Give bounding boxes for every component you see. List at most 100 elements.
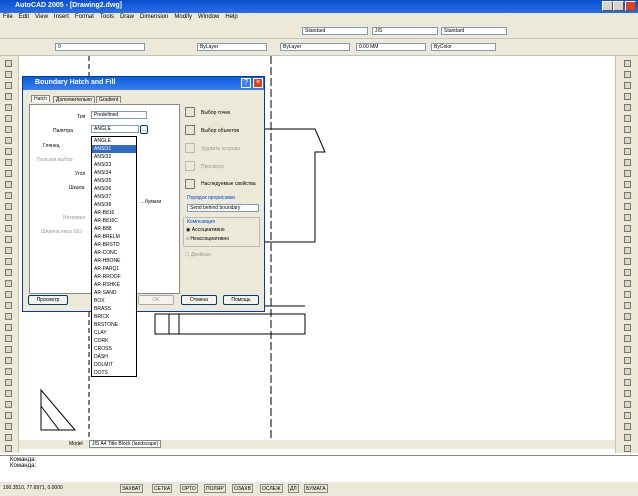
draw-order-combo[interactable]: Send behind boundary bbox=[187, 204, 259, 212]
tool-icon[interactable] bbox=[5, 401, 12, 408]
pick-points-icon[interactable] bbox=[185, 107, 195, 117]
pattern-browse-button[interactable]: … bbox=[140, 125, 148, 134]
tool-icon[interactable] bbox=[5, 445, 12, 452]
pattern-list-item[interactable]: AR-RSHKE bbox=[92, 281, 136, 289]
tool-icon[interactable] bbox=[624, 313, 631, 320]
tool-icon[interactable] bbox=[5, 93, 12, 100]
pattern-list-item[interactable]: ANSI33 bbox=[92, 161, 136, 169]
tool-icon[interactable] bbox=[624, 324, 631, 331]
pattern-list-item[interactable]: BRASS bbox=[92, 305, 136, 313]
tool-icon[interactable] bbox=[624, 170, 631, 177]
tool-icon[interactable] bbox=[624, 357, 631, 364]
tool-icon[interactable] bbox=[5, 357, 12, 364]
status-toggle[interactable]: ОСЛЕЖ bbox=[260, 484, 283, 493]
pattern-list-item[interactable]: AR-B88 bbox=[92, 225, 136, 233]
menu-item[interactable]: File bbox=[0, 13, 16, 21]
nonassociative-radio[interactable]: ○ Неассоциативно bbox=[186, 236, 229, 242]
plotstyle-combo[interactable]: ByColor bbox=[431, 43, 496, 51]
tool-icon[interactable] bbox=[624, 159, 631, 166]
tool-icon[interactable] bbox=[5, 324, 12, 331]
tool-icon[interactable] bbox=[5, 192, 12, 199]
tool-icon[interactable] bbox=[5, 71, 12, 78]
tool-icon[interactable] bbox=[5, 412, 12, 419]
tool-icon[interactable] bbox=[5, 346, 12, 353]
tool-icon[interactable] bbox=[624, 126, 631, 133]
tool-icon[interactable] bbox=[5, 434, 12, 441]
status-toggle[interactable]: ДЛ bbox=[288, 484, 299, 493]
command-line[interactable]: Команда: Команда: bbox=[0, 455, 638, 481]
layer-combo[interactable]: 0 bbox=[55, 43, 145, 51]
tool-icon[interactable] bbox=[624, 71, 631, 78]
pattern-list-item[interactable]: DASH bbox=[92, 353, 136, 361]
tool-icon[interactable] bbox=[5, 181, 12, 188]
pattern-list-item[interactable]: ANSI38 bbox=[92, 201, 136, 209]
menu-item[interactable]: Insert bbox=[51, 13, 72, 21]
tool-icon[interactable] bbox=[624, 236, 631, 243]
tool-icon[interactable] bbox=[624, 258, 631, 265]
tool-icon[interactable] bbox=[624, 335, 631, 342]
tool-icon[interactable] bbox=[624, 60, 631, 67]
pattern-list-item[interactable]: AR-HBONE bbox=[92, 257, 136, 265]
inherit-properties-icon[interactable] bbox=[185, 179, 195, 189]
text-style-combo[interactable]: Standard bbox=[302, 27, 368, 35]
pattern-list-item[interactable]: ANGLE bbox=[92, 137, 136, 145]
inherit-properties-label[interactable]: Наследуемые свойства bbox=[201, 181, 256, 187]
pattern-list-item[interactable]: BRSTONE bbox=[92, 321, 136, 329]
tool-icon[interactable] bbox=[5, 313, 12, 320]
tool-icon[interactable] bbox=[5, 225, 12, 232]
status-toggle[interactable]: ОРТО bbox=[180, 484, 198, 493]
pattern-list-item[interactable]: CROSS bbox=[92, 345, 136, 353]
menu-item[interactable]: Tools bbox=[97, 13, 117, 21]
preview-button[interactable]: Просмотр bbox=[28, 295, 68, 305]
tool-icon[interactable] bbox=[5, 423, 12, 430]
status-toggle[interactable]: ОЗАХВ bbox=[232, 484, 253, 493]
pick-points-label[interactable]: Выбор точек bbox=[201, 110, 230, 116]
menu-item[interactable]: Window bbox=[195, 13, 222, 21]
tool-icon[interactable] bbox=[5, 247, 12, 254]
close-icon[interactable] bbox=[625, 1, 636, 11]
pattern-list-item[interactable]: AR-B816C bbox=[92, 217, 136, 225]
tool-icon[interactable] bbox=[5, 291, 12, 298]
pattern-list-item[interactable]: ANSI35 bbox=[92, 177, 136, 185]
tool-icon[interactable] bbox=[624, 346, 631, 353]
menu-item[interactable]: Format bbox=[72, 13, 97, 21]
tool-icon[interactable] bbox=[5, 379, 12, 386]
tool-icon[interactable] bbox=[624, 423, 631, 430]
tool-icon[interactable] bbox=[624, 115, 631, 122]
tool-icon[interactable] bbox=[5, 203, 12, 210]
tool-icon[interactable] bbox=[624, 269, 631, 276]
table-style-combo[interactable]: Standard bbox=[441, 27, 507, 35]
tool-icon[interactable] bbox=[5, 148, 12, 155]
associative-radio[interactable]: ◉ Ассоциативно bbox=[186, 227, 225, 233]
command-prompt[interactable]: Команда: bbox=[10, 463, 628, 469]
tool-icon[interactable] bbox=[5, 390, 12, 397]
pattern-list-item[interactable]: DOTS bbox=[92, 369, 136, 376]
pattern-list-item[interactable]: CLAY bbox=[92, 329, 136, 337]
pattern-list-item[interactable]: AR-BRELM bbox=[92, 233, 136, 241]
tool-icon[interactable] bbox=[624, 302, 631, 309]
tool-icon[interactable] bbox=[624, 148, 631, 155]
tab-gradient[interactable]: Gradient bbox=[96, 96, 122, 103]
status-toggle[interactable]: СЕТКА bbox=[152, 484, 173, 493]
tool-icon[interactable] bbox=[5, 258, 12, 265]
menu-item[interactable]: View bbox=[32, 13, 51, 21]
tool-icon[interactable] bbox=[624, 82, 631, 89]
tool-icon[interactable] bbox=[624, 412, 631, 419]
pattern-list-item[interactable]: ANSI36 bbox=[92, 185, 136, 193]
tool-icon[interactable] bbox=[624, 379, 631, 386]
tool-icon[interactable] bbox=[624, 368, 631, 375]
tool-icon[interactable] bbox=[5, 115, 12, 122]
tool-icon[interactable] bbox=[624, 137, 631, 144]
pattern-dropdown-list[interactable]: ANGLE ANSI31 ANSI32 ANSI33 ANSI34 ANSI35 ANSI3… bbox=[91, 136, 137, 377]
select-objects-label[interactable]: Выбор объектов bbox=[201, 128, 239, 134]
tool-icon[interactable] bbox=[5, 335, 12, 342]
tool-icon[interactable] bbox=[5, 302, 12, 309]
tab-hatch[interactable]: Hatch bbox=[31, 95, 51, 102]
close-icon[interactable]: × bbox=[253, 78, 263, 88]
menu-item[interactable]: Help bbox=[222, 13, 240, 21]
pattern-list-item[interactable]: BOX bbox=[92, 297, 136, 305]
menu-item[interactable]: Dimension bbox=[137, 13, 171, 21]
pattern-list-item[interactable]: BRICK bbox=[92, 313, 136, 321]
linetype-combo[interactable]: ByLayer bbox=[280, 43, 350, 51]
tool-icon[interactable] bbox=[624, 291, 631, 298]
